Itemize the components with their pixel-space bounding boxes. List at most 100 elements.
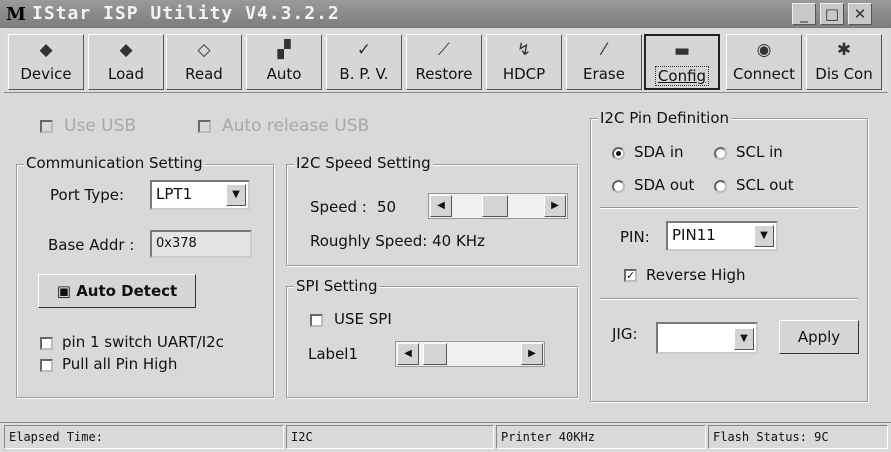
- sda-in-radio[interactable]: [612, 147, 625, 160]
- scl-in-radio[interactable]: [714, 147, 727, 160]
- minimize-button[interactable]: _: [792, 3, 816, 25]
- i2c-pin-definition-legend: I2C Pin Definition: [598, 109, 732, 127]
- apply-button[interactable]: Apply: [779, 320, 859, 354]
- reverse-high-label: Reverse High: [646, 266, 746, 284]
- pin1-switch-checkbox[interactable]: [40, 337, 53, 350]
- elapsed-time-panel: Elapsed Time:: [4, 425, 284, 449]
- auto-icon: ▞: [277, 40, 291, 60]
- restore-icon: ⟋: [438, 40, 450, 60]
- scl-in-label: SCL in: [736, 143, 783, 161]
- communication-setting-legend: Communication Setting: [24, 154, 205, 172]
- auto-detect-icon: ▣: [56, 282, 77, 300]
- bpv-button[interactable]: ✓ B. P. V.: [326, 34, 402, 90]
- read-icon: ◇: [197, 40, 211, 60]
- label1-text: Label1: [308, 345, 359, 363]
- connect-icon: ◉: [756, 40, 772, 60]
- restore-button[interactable]: ⟋ Restore: [406, 34, 482, 90]
- use-spi-checkbox[interactable]: [310, 314, 323, 327]
- port-type-value: LPT1: [156, 185, 193, 203]
- pin-select[interactable]: PIN11 ▼: [666, 221, 778, 251]
- scl-out-radio[interactable]: [714, 180, 727, 193]
- maximize-icon: □: [824, 5, 840, 23]
- spi-slider-thumb[interactable]: [423, 343, 447, 365]
- maximize-button[interactable]: □: [820, 3, 844, 25]
- close-button[interactable]: ✕: [848, 3, 872, 25]
- erase-icon: ⁄: [602, 40, 606, 60]
- scroll-right-icon[interactable]: ▶: [544, 195, 566, 217]
- load-button[interactable]: ◆ Load: [88, 34, 164, 90]
- connect-label: Connect: [732, 65, 796, 83]
- i2c-speed-legend: I2C Speed Setting: [294, 154, 433, 172]
- pin1-switch-label: pin 1 switch UART/I2c: [62, 333, 224, 351]
- bpv-label: B. P. V.: [339, 65, 389, 83]
- status-bar: Elapsed Time: I2C Printer 40KHz Flash St…: [0, 422, 891, 452]
- hdcp-label: HDCP: [502, 65, 546, 83]
- chip-icon: ◆: [39, 40, 53, 60]
- pin-label: PIN:: [620, 228, 650, 246]
- printer-panel: Printer 40KHz: [496, 425, 706, 449]
- base-addr-field[interactable]: 0x378: [150, 230, 252, 258]
- jig-label: JIG:: [612, 325, 638, 343]
- config-label: Config: [654, 66, 710, 86]
- base-addr-label: Base Addr :: [48, 236, 135, 254]
- use-usb-checkbox[interactable]: [40, 120, 53, 133]
- device-button[interactable]: ◆ Device: [8, 34, 84, 90]
- spi-setting-legend: SPI Setting: [294, 277, 380, 295]
- scroll-right-icon[interactable]: ▶: [521, 343, 543, 365]
- auto-release-usb-checkbox[interactable]: [198, 120, 211, 133]
- use-spi-label: USE SPI: [334, 310, 392, 328]
- scl-out-label: SCL out: [736, 176, 794, 194]
- bpv-icon: ✓: [356, 40, 372, 60]
- auto-detect-label: Auto Detect: [76, 282, 178, 300]
- erase-button[interactable]: ⁄ Erase: [566, 34, 642, 90]
- sda-in-label: SDA in: [634, 143, 684, 161]
- hdcp-button[interactable]: ↯ HDCP: [486, 34, 562, 90]
- divider: [600, 207, 858, 209]
- hdcp-icon: ↯: [516, 40, 532, 60]
- auto-detect-button[interactable]: ▣ Auto Detect: [38, 274, 196, 308]
- disconnect-button[interactable]: ✱ Dis Con: [806, 34, 882, 90]
- auto-button[interactable]: ▞ Auto: [246, 34, 322, 90]
- speed-slider-thumb[interactable]: [482, 195, 508, 217]
- speed-slider[interactable]: ◀ ▶: [428, 193, 568, 219]
- config-icon: ▬: [673, 41, 691, 61]
- chevron-down-icon[interactable]: ▼: [226, 184, 246, 206]
- pull-all-pin-high-label: Pull all Pin High: [62, 355, 178, 373]
- sda-out-label: SDA out: [634, 176, 695, 194]
- sda-out-radio[interactable]: [612, 180, 625, 193]
- auto-release-usb-label: Auto release USB: [222, 116, 370, 136]
- port-type-label: Port Type:: [50, 186, 125, 204]
- scroll-left-icon[interactable]: ◀: [397, 343, 419, 365]
- toolbar: ◆ Device ◆ Load ◇ Read ▞ Auto ✓ B. P. V. ⟋ Res…: [4, 30, 888, 93]
- app-icon: M: [6, 4, 26, 25]
- chevron-down-icon[interactable]: ▼: [754, 225, 774, 247]
- jig-select[interactable]: ▼: [656, 322, 758, 354]
- mode-panel: I2C: [286, 425, 494, 449]
- chevron-down-icon[interactable]: ▼: [734, 328, 754, 350]
- auto-label: Auto: [266, 65, 302, 83]
- read-label: Read: [185, 65, 223, 83]
- i2c-pin-definition-group: [590, 118, 868, 402]
- title-bar[interactable]: M IStar ISP Utility V4.3.2.2 _ □ ✕: [0, 0, 891, 28]
- disconnect-label: Dis Con: [815, 65, 873, 83]
- connect-button[interactable]: ◉ Connect: [726, 34, 802, 90]
- divider: [600, 298, 858, 300]
- restore-label: Restore: [415, 65, 473, 83]
- scroll-left-icon[interactable]: ◀: [430, 195, 452, 217]
- pull-all-pin-high-checkbox[interactable]: [40, 359, 53, 372]
- port-type-select[interactable]: LPT1 ▼: [150, 180, 250, 210]
- apply-label: Apply: [797, 328, 841, 346]
- spi-slider[interactable]: ◀ ▶: [395, 341, 545, 367]
- pin-value: PIN11: [672, 226, 716, 244]
- load-label: Load: [108, 65, 144, 83]
- use-usb-label: Use USB: [64, 116, 137, 136]
- close-icon: ✕: [853, 5, 867, 23]
- read-button[interactable]: ◇ Read: [166, 34, 242, 90]
- speed-value: 50: [377, 198, 397, 216]
- reverse-high-checkbox[interactable]: ✓: [624, 269, 637, 282]
- flash-status-panel: Flash Status: 9C: [708, 425, 888, 449]
- window-title: IStar ISP Utility V4.3.2.2: [32, 3, 340, 24]
- base-addr-value: 0x378: [156, 236, 197, 251]
- roughly-speed-text: Roughly Speed: 40 KHz: [310, 232, 485, 250]
- config-button[interactable]: ▬ Config: [644, 34, 720, 90]
